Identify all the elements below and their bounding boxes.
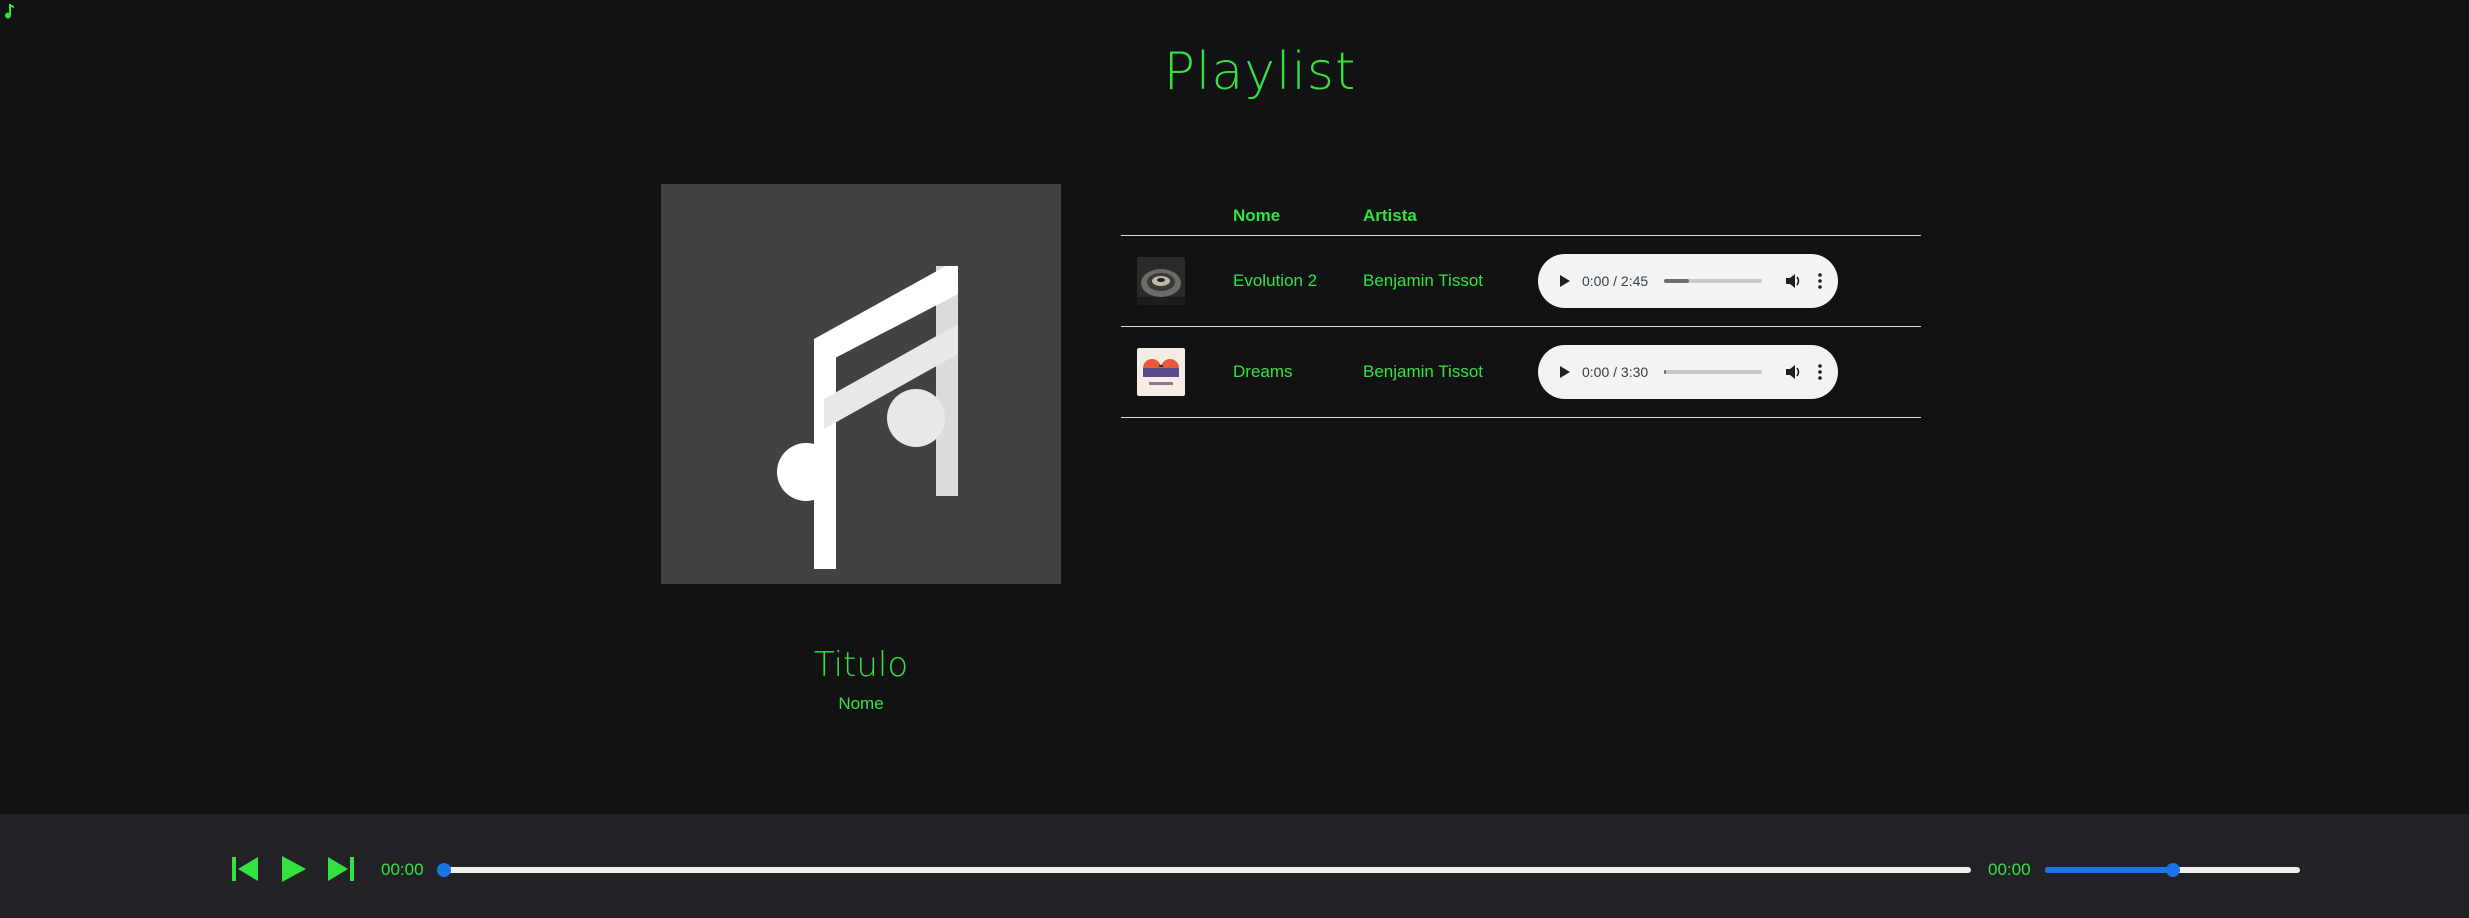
music-note-icon	[777, 266, 958, 569]
header-cover	[1121, 190, 1233, 235]
duration: 00:00	[1988, 860, 2031, 879]
progress-slider[interactable]	[437, 863, 1971, 877]
now-playing-title: Titulo	[813, 645, 909, 685]
page-title: Playlist	[1163, 42, 1357, 102]
audio-player[interactable]: 0:00 / 2:45	[1538, 253, 1838, 308]
audio-buffered	[1664, 369, 1667, 374]
audio-player[interactable]: 0:00 / 3:30	[1538, 344, 1838, 399]
current-time: 00:00	[381, 860, 424, 879]
more-options-icon[interactable]	[1816, 272, 1824, 290]
now-playing-name: Nome	[838, 694, 884, 713]
volume-icon[interactable]	[1784, 272, 1802, 290]
volume-knob[interactable]	[2165, 863, 2180, 877]
player-bar	[0, 814, 2469, 918]
skip-previous-icon[interactable]	[230, 854, 260, 884]
track-name: Dreams	[1233, 361, 1293, 381]
header-name: Nome	[1233, 206, 1281, 226]
table-row[interactable]: Evolution 2 Benjamin Tissot 0:00 / 2:45	[1121, 235, 1921, 326]
track-name: Evolution 2	[1233, 270, 1318, 290]
volume-slider[interactable]	[2045, 863, 2300, 877]
play-icon[interactable]	[1556, 364, 1572, 380]
dreams-cover	[1137, 347, 1185, 396]
audio-time: 0:00 / 3:30	[1582, 363, 1649, 380]
header-audio	[1538, 190, 1921, 235]
play-icon[interactable]	[1556, 273, 1572, 289]
skip-next-icon[interactable]	[326, 854, 356, 884]
track-artist: Benjamin Tissot	[1363, 270, 1483, 290]
volume-fill	[2045, 867, 2173, 873]
audio-seek-bar[interactable]	[1664, 278, 1762, 283]
audio-time: 0:00 / 2:45	[1582, 272, 1649, 289]
play-icon[interactable]	[278, 854, 308, 884]
audio-buffered	[1664, 278, 1689, 283]
track-artist: Benjamin Tissot	[1363, 361, 1483, 381]
volume-icon[interactable]	[1784, 363, 1802, 381]
playlist-table: Nome Artista Evolution 2 Benjamin Tissot	[1121, 190, 1921, 418]
audio-seek-bar[interactable]	[1664, 369, 1762, 374]
more-options-icon[interactable]	[1816, 363, 1824, 381]
progress-knob[interactable]	[437, 863, 451, 877]
music-note-icon	[5, 4, 14, 19]
album-cover	[661, 184, 1061, 584]
table-header-row: Nome Artista	[1121, 190, 1921, 235]
evolution-cover	[1137, 256, 1185, 305]
header-artist: Artista	[1363, 206, 1417, 226]
table-row[interactable]: Dreams Benjamin Tissot 0:00 / 3:30	[1121, 326, 1921, 417]
